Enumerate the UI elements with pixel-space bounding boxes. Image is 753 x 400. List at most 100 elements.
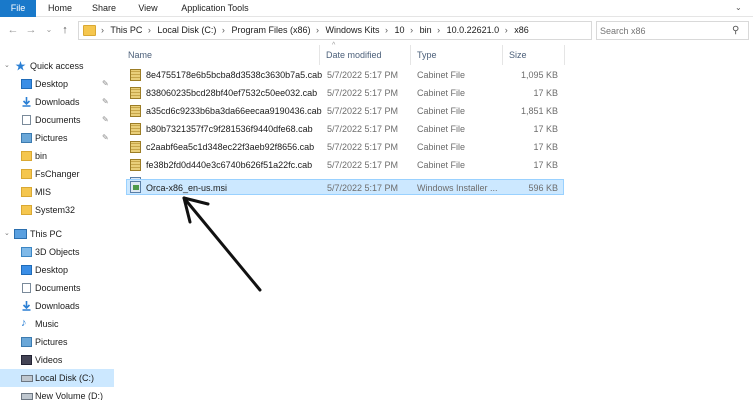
nav-item-system32[interactable]: System32 <box>0 201 114 219</box>
chevron-right-icon[interactable]: › <box>148 25 151 35</box>
search-icon[interactable]: ⚲ <box>732 24 744 37</box>
file-date: 5/7/2022 5:17 PM <box>327 183 399 193</box>
navigation-pane: ⌄ Quick access Desktop ✎ Downloads ✎ Doc… <box>0 45 114 400</box>
forward-icon[interactable]: → <box>24 23 38 37</box>
chevron-down-icon[interactable]: ⌄ <box>4 57 10 75</box>
breadcrumb-local-disk[interactable]: Local Disk (C:) <box>157 25 216 35</box>
breadcrumb-program-files[interactable]: Program Files (x86) <box>231 25 310 35</box>
pin-icon[interactable]: ✎ <box>102 75 109 93</box>
tab-file[interactable]: File <box>0 0 36 17</box>
breadcrumb-this-pc[interactable]: This PC <box>110 25 142 35</box>
breadcrumb-bin[interactable]: bin <box>420 25 432 35</box>
nav-item-music[interactable]: ♪ Music <box>0 315 114 333</box>
chevron-right-icon[interactable]: › <box>101 25 104 35</box>
chevron-down-icon[interactable]: ⌄ <box>4 225 10 243</box>
nav-item-pictures[interactable]: Pictures ✎ <box>0 129 114 147</box>
file-row[interactable]: a35cd6c9233b6ba3da66eecaa9190436.cab 5/7… <box>126 103 564 119</box>
desktop-icon <box>21 79 32 89</box>
file-row[interactable]: c2aabf6ea5c1d348ec22f3aeb92f8656.cab 5/7… <box>126 139 564 155</box>
pin-icon[interactable]: ✎ <box>102 93 109 111</box>
file-size: 17 KB <box>533 124 558 134</box>
file-size: 1,095 KB <box>520 70 558 80</box>
file-row[interactable]: 8e4755178e6b5bcba8d3538c3630b7a5.cab 5/7… <box>126 67 564 83</box>
file-name: a35cd6c9233b6ba3da66eecaa9190436.cab <box>146 106 322 116</box>
breadcrumb-windows-kits[interactable]: Windows Kits <box>326 25 380 35</box>
column-header-type[interactable]: Type <box>411 45 503 65</box>
nav-label: Downloads <box>35 301 80 311</box>
file-date: 5/7/2022 5:17 PM <box>327 160 399 170</box>
document-icon <box>22 283 31 293</box>
pin-icon[interactable]: ✎ <box>102 129 109 147</box>
nav-item-fschanger[interactable]: FsChanger <box>0 165 114 183</box>
pin-icon[interactable]: ✎ <box>102 111 109 129</box>
file-date: 5/7/2022 5:17 PM <box>327 70 399 80</box>
nav-item-videos[interactable]: Videos <box>0 351 114 369</box>
breadcrumb-x86[interactable]: x86 <box>514 25 529 35</box>
file-size: 17 KB <box>533 142 558 152</box>
pictures-icon <box>21 337 32 347</box>
file-date: 5/7/2022 5:17 PM <box>327 142 399 152</box>
column-header-size[interactable]: Size <box>503 45 565 65</box>
annotation-arrow-icon <box>182 196 262 292</box>
chevron-down-icon[interactable]: ⌄ <box>735 3 747 13</box>
file-size: 17 KB <box>533 88 558 98</box>
nav-item-downloads[interactable]: Downloads ✎ <box>0 93 114 111</box>
address-bar[interactable]: › This PC › Local Disk (C:) › Program Fi… <box>78 21 666 40</box>
nav-item-desktop[interactable]: Desktop ✎ <box>0 75 114 93</box>
file-row[interactable]: fe38b2fd0d440e3c6740b626f51a22fc.cab 5/7… <box>126 157 564 173</box>
nav-item-new-volume[interactable]: New Volume (D:) <box>0 387 114 400</box>
search-box[interactable]: ⚲ <box>596 21 749 40</box>
cabinet-file-icon <box>130 123 141 135</box>
back-icon[interactable]: ← <box>6 23 20 37</box>
breadcrumb: › This PC › Local Disk (C:) › Program Fi… <box>101 22 532 39</box>
breadcrumb-10[interactable]: 10 <box>395 25 405 35</box>
chevron-right-icon[interactable]: › <box>505 25 508 35</box>
nav-item-bin[interactable]: bin <box>0 147 114 165</box>
nav-this-pc[interactable]: ⌄ This PC <box>0 225 114 243</box>
nav-item-desktop-pc[interactable]: Desktop <box>0 261 114 279</box>
cube-icon <box>21 247 32 257</box>
chevron-right-icon[interactable]: › <box>410 25 413 35</box>
tab-view[interactable]: View <box>126 0 170 17</box>
file-name: b80b7321357f7c9f281536f9440dfe68.cab <box>146 124 313 134</box>
star-icon <box>15 61 26 71</box>
nav-item-documents[interactable]: Documents ✎ <box>0 111 114 129</box>
up-arrow-icon[interactable]: ↑ <box>58 23 72 37</box>
cabinet-file-icon <box>130 87 141 99</box>
nav-item-3d-objects[interactable]: 3D Objects <box>0 243 114 261</box>
recent-locations-icon[interactable]: ⌄ <box>42 23 56 37</box>
nav-label: Documents <box>35 115 81 125</box>
column-headers: ^ Name Date modified Type Size <box>122 42 742 65</box>
document-icon <box>22 115 31 125</box>
drive-icon <box>21 393 33 400</box>
chevron-right-icon[interactable]: › <box>316 25 319 35</box>
nav-label: This PC <box>30 229 63 239</box>
column-header-date[interactable]: Date modified <box>320 45 411 65</box>
drive-icon <box>21 375 33 382</box>
column-header-name[interactable]: Name <box>122 45 320 65</box>
chevron-right-icon[interactable]: › <box>222 25 225 35</box>
installer-file-icon <box>130 181 141 193</box>
file-type: Cabinet File <box>417 88 466 98</box>
scrollbar[interactable] <box>742 45 753 400</box>
search-input[interactable] <box>600 24 725 37</box>
file-type: Cabinet File <box>417 106 466 116</box>
tab-home[interactable]: Home <box>38 0 82 17</box>
nav-item-pictures-pc[interactable]: Pictures <box>0 333 114 351</box>
tab-share[interactable]: Share <box>82 0 126 17</box>
nav-item-local-disk[interactable]: Local Disk (C:) <box>0 369 114 387</box>
cabinet-file-icon <box>130 141 141 153</box>
file-type: Windows Installer ... <box>417 183 498 193</box>
breadcrumb-version[interactable]: 10.0.22621.0 <box>447 25 500 35</box>
nav-label: System32 <box>35 205 76 215</box>
chevron-right-icon[interactable]: › <box>437 25 440 35</box>
nav-item-documents-pc[interactable]: Documents <box>0 279 114 297</box>
tab-application-tools[interactable]: Application Tools <box>171 0 259 17</box>
file-row[interactable]: 838060235bcd28bf40ef7532c50ee032.cab 5/7… <box>126 85 564 101</box>
chevron-right-icon[interactable]: › <box>385 25 388 35</box>
nav-quick-access[interactable]: ⌄ Quick access <box>0 57 114 75</box>
file-row[interactable]: b80b7321357f7c9f281536f9440dfe68.cab 5/7… <box>126 121 564 137</box>
nav-item-mis[interactable]: MIS <box>0 183 114 201</box>
nav-item-downloads-pc[interactable]: Downloads <box>0 297 114 315</box>
folder-icon <box>21 187 32 197</box>
